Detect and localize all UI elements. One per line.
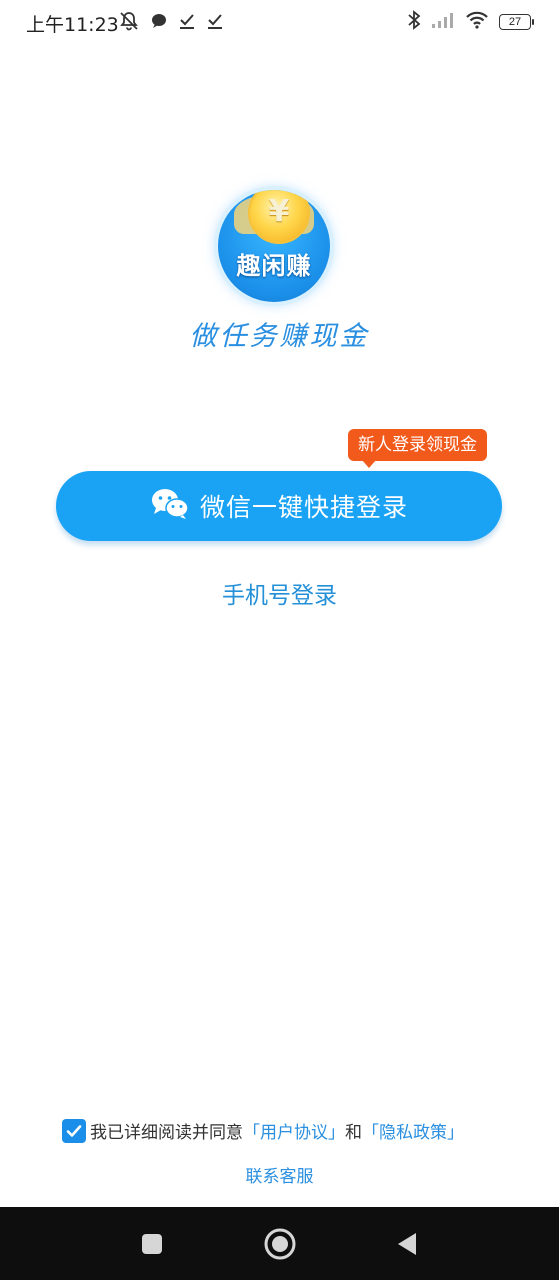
home-icon bbox=[264, 1228, 296, 1259]
phone-login-link[interactable]: 手机号登录 bbox=[0, 576, 559, 610]
agreement-conjunction: 和 bbox=[345, 1123, 362, 1143]
privacy-policy-link[interactable]: 「隐私政策」 bbox=[362, 1118, 464, 1143]
status-time: 上午11:23 bbox=[26, 14, 119, 36]
contact-support-link[interactable]: 联系客服 bbox=[0, 1162, 559, 1187]
chat-bubble-icon bbox=[150, 12, 168, 34]
recent-apps-icon bbox=[142, 1233, 162, 1254]
signal-icon bbox=[431, 11, 455, 33]
mute-bell-icon bbox=[118, 10, 140, 36]
status-system-icons: 27 bbox=[407, 9, 534, 35]
logo-circle: ¥ 趣闲赚 bbox=[218, 190, 330, 302]
wechat-login-label: 微信一键快捷登录 bbox=[199, 493, 408, 522]
wechat-login-button[interactable]: 微信一键快捷登录 bbox=[56, 471, 502, 541]
app-logo: ¥ 趣闲赚 bbox=[214, 186, 336, 302]
login-screen: 上午11:23 27 ¥ 趣闲赚 做任务赚现金 新人登录领现金 微信一键快捷登录… bbox=[0, 0, 559, 1280]
wifi-icon bbox=[465, 10, 489, 34]
status-bar: 上午11:23 27 bbox=[0, 0, 559, 44]
home-button[interactable] bbox=[240, 1207, 320, 1280]
checkmark-icon bbox=[66, 1124, 82, 1137]
app-slogan: 做任务赚现金 bbox=[189, 321, 370, 352]
yen-symbol: ¥ bbox=[268, 194, 290, 229]
system-nav-bar bbox=[0, 1207, 559, 1280]
bluetooth-icon bbox=[407, 9, 421, 35]
check-icon bbox=[206, 12, 224, 34]
status-notification-icons bbox=[118, 10, 224, 36]
battery-icon: 27 bbox=[499, 14, 534, 30]
logo-text: 趣闲赚 bbox=[236, 252, 312, 280]
agreement-prefix: 我已详细阅读并同意 bbox=[90, 1123, 243, 1143]
back-icon bbox=[398, 1232, 416, 1255]
gold-coin-icon: ¥ bbox=[248, 190, 310, 244]
agreement-checkbox[interactable] bbox=[62, 1118, 86, 1143]
user-agreement-link[interactable]: 「用户协议」 bbox=[243, 1118, 345, 1143]
agreement-row: 我已详细阅读并同意 「用户协议」 和 「隐私政策」 bbox=[62, 1118, 464, 1143]
recent-apps-button[interactable] bbox=[112, 1207, 192, 1280]
check-icon bbox=[178, 12, 196, 34]
wechat-icon bbox=[150, 487, 190, 525]
back-button[interactable] bbox=[367, 1207, 447, 1280]
new-user-badge: 新人登录领现金 bbox=[348, 429, 487, 468]
